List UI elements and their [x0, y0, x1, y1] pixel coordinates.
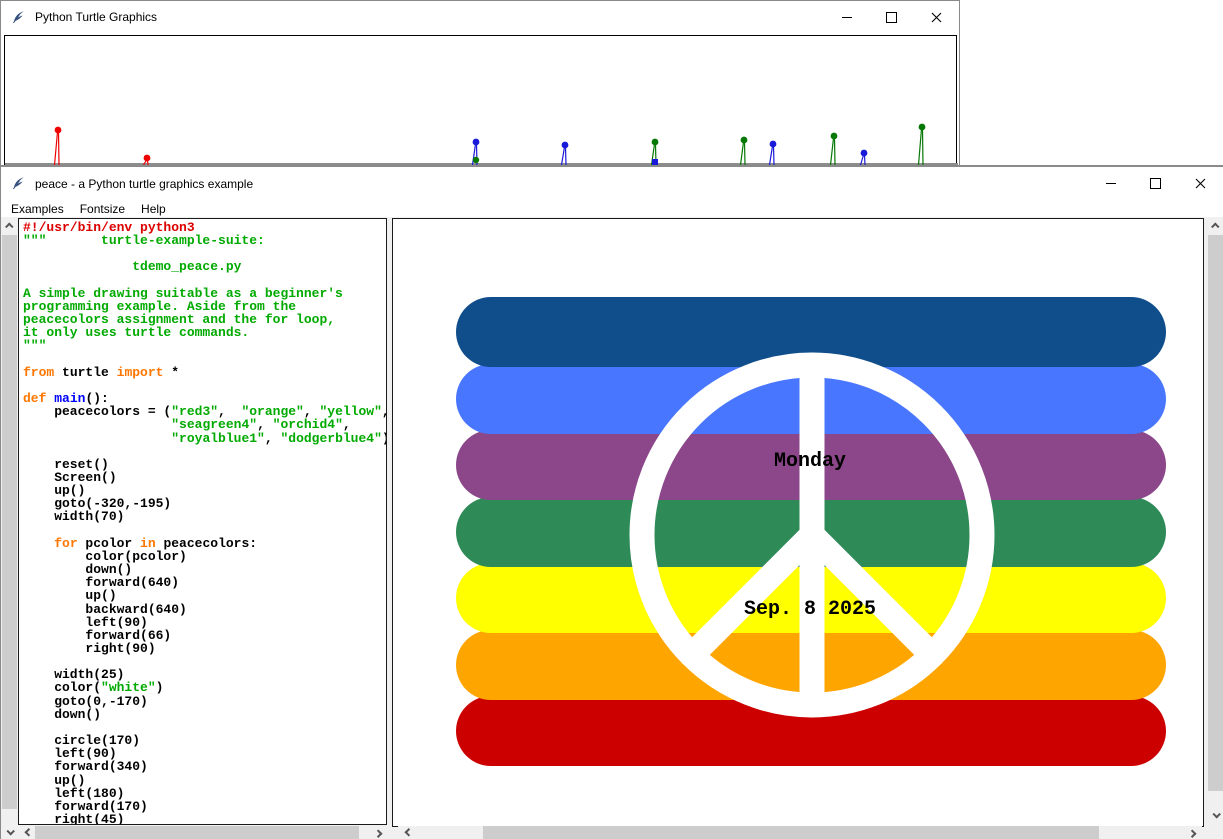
- figure-head-dot: [919, 124, 926, 131]
- menu-fontsize[interactable]: Fontsize: [72, 201, 133, 217]
- date-text: Sep. 8 2025: [744, 598, 876, 621]
- peace-example-window: peace - a Python turtle graphics example…: [0, 165, 1223, 839]
- code-line: from turtle import *: [23, 366, 386, 379]
- scrollbar-thumb[interactable]: [2, 235, 17, 809]
- weekday-text: Monday: [774, 450, 846, 473]
- scroll-right-arrow[interactable]: [1185, 826, 1200, 839]
- figure-base-marker: [473, 157, 479, 163]
- figure-head-dot: [831, 133, 838, 140]
- chevron-up-icon: [1211, 222, 1219, 230]
- turtle-figures-drawing: [5, 36, 958, 172]
- turtle-figure: [652, 139, 659, 165]
- minimize-icon: [1106, 183, 1116, 184]
- turtle-window-title: Python Turtle Graphics: [35, 10, 157, 24]
- close-icon: [1195, 178, 1206, 189]
- close-button[interactable]: [914, 1, 959, 33]
- tk-feather-icon: [11, 10, 26, 25]
- turtle-figure: [741, 137, 748, 165]
- figure-head-dot: [770, 141, 777, 148]
- code-line: "royalblue1", "dodgerblue4"): [23, 432, 386, 445]
- turtle-figure: [919, 124, 926, 165]
- scrollbar-thumb[interactable]: [483, 826, 1099, 839]
- minimize-button[interactable]: [1088, 167, 1133, 200]
- code-horizontal-scrollbar: [18, 826, 388, 839]
- chevron-right-icon: [1188, 829, 1196, 837]
- code-line: """ turtle-example-suite:: [23, 234, 386, 247]
- figure-head-dot: [861, 150, 868, 157]
- maximize-button[interactable]: [869, 1, 914, 33]
- canvas-vertical-scrollbar: [1207, 218, 1223, 822]
- scroll-down-arrow[interactable]: [1207, 807, 1223, 822]
- maximize-icon: [1150, 178, 1161, 189]
- tk-feather-icon: [11, 176, 26, 191]
- scroll-up-arrow[interactable]: [1, 218, 18, 233]
- code-line: right(90): [23, 642, 386, 655]
- chevron-right-icon: [374, 829, 382, 837]
- canvas-horizontal-scrollbar: [398, 826, 1202, 839]
- turtle-figure: [831, 133, 838, 165]
- code-line: it only uses turtle commands.: [23, 326, 386, 339]
- code-line: tdemo_peace.py: [23, 260, 386, 273]
- scrollbar-thumb[interactable]: [35, 826, 359, 839]
- scrollbar-thumb[interactable]: [1208, 235, 1223, 791]
- code-line: down(): [23, 708, 386, 721]
- figure-head-dot: [55, 127, 62, 134]
- scroll-down-arrow[interactable]: [1, 824, 18, 839]
- figure-head-dot: [144, 155, 151, 162]
- source-code-pane[interactable]: #!/usr/bin/env python3""" turtle-example…: [18, 218, 387, 825]
- chevron-left-icon: [404, 828, 412, 836]
- turtle-output-canvas: Monday Sep. 8 2025: [392, 218, 1204, 827]
- minimize-icon: [842, 17, 852, 18]
- figure-head-dot: [652, 139, 659, 146]
- turtle-drawing-canvas: [4, 35, 957, 174]
- peace-window-title: peace - a Python turtle graphics example: [35, 177, 253, 191]
- chevron-down-icon: [1212, 810, 1220, 818]
- close-icon: [931, 12, 942, 23]
- turtle-graphics-window: Python Turtle Graphics: [0, 0, 960, 172]
- close-button[interactable]: [1178, 167, 1223, 200]
- peace-drawing: Monday Sep. 8 2025: [393, 219, 1203, 826]
- code-line: width(70): [23, 510, 386, 523]
- turtle-window-titlebar[interactable]: Python Turtle Graphics: [1, 1, 959, 33]
- maximize-button[interactable]: [1133, 167, 1178, 200]
- turtle-figure: [473, 139, 480, 165]
- menu-help[interactable]: Help: [133, 201, 174, 217]
- scroll-right-arrow[interactable]: [371, 826, 386, 839]
- chevron-left-icon: [24, 828, 32, 836]
- turtle-figure: [55, 127, 62, 165]
- scroll-left-arrow[interactable]: [400, 826, 415, 839]
- code-line: right(45): [23, 813, 386, 825]
- code-vertical-scrollbar: [1, 218, 18, 839]
- minimize-button[interactable]: [824, 1, 869, 33]
- menubar: ExamplesFontsizeHelp: [1, 200, 1223, 217]
- peace-window-titlebar[interactable]: peace - a Python turtle graphics example: [1, 167, 1223, 200]
- code-line: """: [23, 339, 386, 352]
- figure-head-dot: [562, 142, 569, 149]
- turtle-figure: [562, 142, 569, 165]
- figure-head-dot: [741, 137, 748, 144]
- scroll-up-arrow[interactable]: [1207, 218, 1223, 233]
- chevron-up-icon: [5, 222, 13, 230]
- scroll-left-arrow[interactable]: [20, 826, 35, 839]
- chevron-down-icon: [6, 827, 14, 835]
- maximize-icon: [886, 12, 897, 23]
- peace-window-controls: [1088, 167, 1223, 200]
- peace-window-content: #!/usr/bin/env python3""" turtle-example…: [1, 217, 1223, 839]
- turtle-figure: [861, 150, 868, 165]
- figure-head-dot: [473, 139, 480, 146]
- turtle-window-controls: [824, 1, 959, 33]
- menu-examples[interactable]: Examples: [3, 201, 72, 217]
- source-code-text: #!/usr/bin/env python3""" turtle-example…: [23, 221, 386, 825]
- turtle-figure: [770, 141, 777, 165]
